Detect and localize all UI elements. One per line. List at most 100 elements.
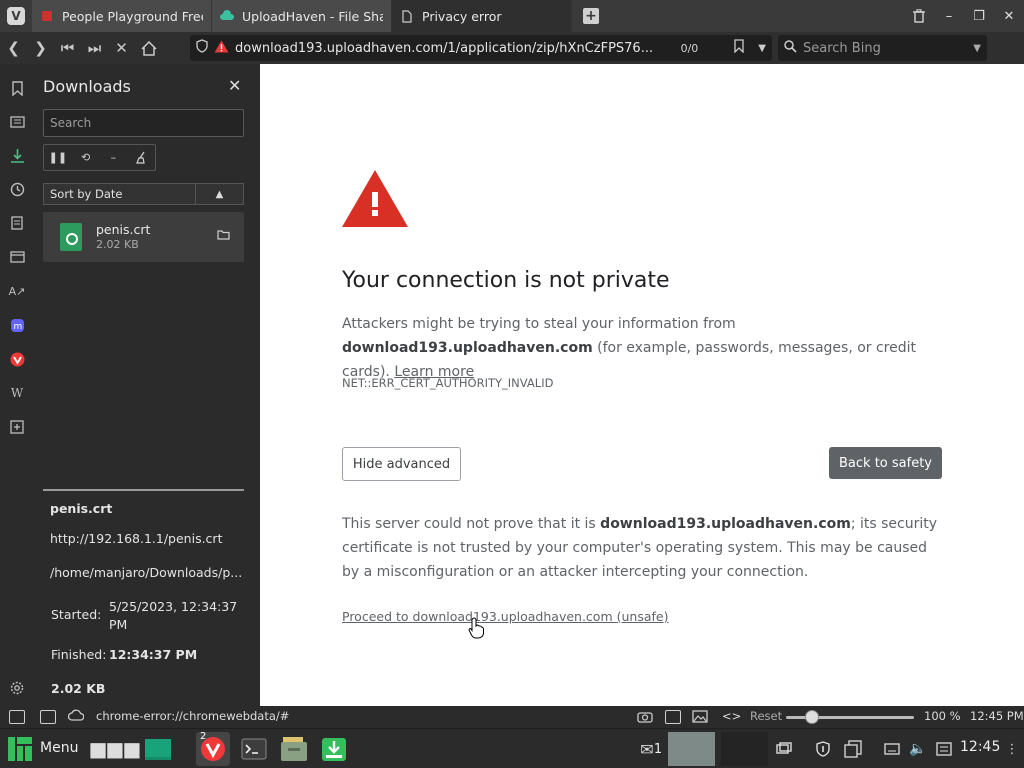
close-icon[interactable]: ✕: [228, 76, 241, 95]
detail-path[interactable]: /home/manjaro/Downloads/p...: [50, 565, 242, 580]
tab-title: Privacy error: [422, 8, 502, 24]
zoom-slider-handle[interactable]: [805, 710, 819, 724]
chevron-up-icon[interactable]: ▲: [196, 184, 243, 204]
download-item[interactable]: penis.crt 2.02 KB: [43, 212, 244, 262]
red-app-icon: [40, 9, 54, 23]
reading-list-icon[interactable]: [8, 113, 26, 131]
tab-tiling-icon[interactable]: [40, 710, 56, 724]
shield-icon[interactable]: [196, 39, 208, 57]
page-tiling-icon[interactable]: [665, 710, 681, 724]
chevron-down-icon[interactable]: ▼: [973, 43, 981, 54]
camera-icon[interactable]: [637, 710, 653, 726]
vivaldi-panel-icon[interactable]: [8, 350, 26, 368]
rewind-button[interactable]: ⏮: [54, 32, 81, 64]
close-window-button[interactable]: ✕: [994, 0, 1024, 32]
window-count-badge: 2: [200, 731, 207, 742]
finished-value: 12:34:37 PM: [109, 647, 198, 662]
sort-dropdown[interactable]: Sort by Date ▲: [43, 183, 244, 205]
window-switcher-icon[interactable]: [774, 735, 794, 763]
stop-button[interactable]: ✕: [108, 32, 135, 64]
warning-icon[interactable]: [214, 40, 229, 57]
bookmarks-icon[interactable]: [8, 79, 26, 97]
search-field[interactable]: Search Bing ▼: [778, 35, 987, 61]
tab-uploadhaven[interactable]: UploadHaven - File Sharing: [212, 0, 392, 32]
start-menu-label[interactable]: Menu: [40, 740, 78, 756]
fast-forward-button[interactable]: ⏭: [81, 32, 108, 64]
detail-source-url[interactable]: http://192.168.1.1/penis.crt: [50, 531, 222, 546]
manjaro-logo-icon[interactable]: [6, 735, 34, 763]
side-panel-strip: A↗ m W: [0, 64, 34, 706]
desktop-icon[interactable]: [143, 735, 173, 763]
tab-bar: V People Playground Free Do UploadHaven …: [0, 0, 1024, 32]
new-tab-button[interactable]: +: [576, 0, 606, 32]
status-url: chrome-error://chromewebdata/#: [96, 709, 290, 723]
translate-icon[interactable]: A↗: [8, 282, 26, 300]
downloads-search-input[interactable]: [43, 109, 244, 137]
workspace-2[interactable]: [721, 732, 768, 766]
zoom-level: 100 %: [924, 709, 961, 723]
images-icon[interactable]: [692, 710, 708, 726]
hide-advanced-button[interactable]: Hide advanced: [342, 447, 461, 481]
zoom-reset-button[interactable]: Reset: [750, 709, 782, 723]
mastodon-icon[interactable]: m: [8, 316, 26, 334]
advanced-description: This server could not prove that it is d…: [342, 512, 947, 584]
back-to-safety-button[interactable]: Back to safety: [829, 447, 942, 479]
system-settings-icon[interactable]: [934, 735, 954, 763]
home-button[interactable]: [135, 32, 162, 64]
retry-icon[interactable]: ⟲: [72, 145, 100, 170]
trash-icon[interactable]: [904, 0, 934, 32]
settings-gear-icon[interactable]: [8, 679, 26, 697]
vivaldi-menu-button[interactable]: V: [0, 0, 32, 32]
volume-icon[interactable]: 🔈: [908, 735, 928, 763]
history-icon[interactable]: [8, 180, 26, 198]
find-count: 0/0: [680, 41, 699, 55]
host-name: download193.uploadhaven.com: [600, 516, 851, 532]
remove-icon[interactable]: –: [100, 145, 128, 170]
code-icon[interactable]: <>: [722, 709, 741, 723]
app-grid-icon[interactable]: ■■■: [89, 735, 142, 763]
update-manager-icon[interactable]: [319, 735, 349, 763]
terminal-icon[interactable]: [240, 735, 268, 763]
tab-privacy-error[interactable]: Privacy error: [392, 0, 572, 32]
tab-title: People Playground Free Do: [62, 8, 203, 24]
host-name: download193.uploadhaven.com: [342, 340, 593, 356]
downloads-toolbar: ❚❚ ⟲ –: [43, 144, 156, 171]
maximize-button[interactable]: ❐: [964, 0, 994, 32]
panel-title: Downloads: [43, 77, 131, 96]
add-panel-icon[interactable]: [8, 418, 26, 436]
taskbar-clock[interactable]: 12:45: [960, 739, 1000, 755]
file-manager-icon[interactable]: [279, 735, 309, 763]
folder-icon[interactable]: [217, 229, 230, 243]
workspace-1[interactable]: [668, 732, 715, 766]
bookmark-icon[interactable]: [734, 39, 744, 57]
forward-button[interactable]: ❯: [27, 32, 54, 64]
keyboard-layout-icon[interactable]: [882, 735, 902, 763]
wikipedia-icon[interactable]: W: [8, 384, 26, 402]
privacy-error-page: Your connection is not private Attackers…: [260, 64, 1024, 706]
back-button[interactable]: ❮: [0, 32, 27, 64]
svg-text:m: m: [13, 322, 22, 332]
sort-label: Sort by Date: [44, 184, 196, 204]
tab-title: UploadHaven - File Sharing: [242, 8, 383, 24]
finished-label: Finished:: [51, 647, 107, 662]
status-bar: chrome-error://chromewebdata/# <> Reset …: [0, 706, 1024, 728]
chevron-down-icon[interactable]: ▼: [758, 43, 766, 54]
divider: [43, 489, 244, 491]
show-desktop-button[interactable]: ⋮: [1004, 735, 1020, 763]
downloads-icon[interactable]: [8, 146, 26, 164]
pause-icon[interactable]: ❚❚: [44, 145, 72, 170]
address-field[interactable]: download193.uploadhaven.com/1/applicatio…: [190, 35, 772, 61]
detail-filename: penis.crt: [50, 501, 113, 516]
cloud-icon: [220, 9, 234, 23]
search-icon: [784, 39, 797, 57]
clear-broom-icon[interactable]: [127, 145, 155, 170]
notes-icon[interactable]: [8, 214, 26, 232]
window-panel-icon[interactable]: [8, 248, 26, 266]
tab-people-playground[interactable]: People Playground Free Do: [32, 0, 212, 32]
clipboard-icon[interactable]: [842, 735, 864, 763]
updates-shield-icon[interactable]: [813, 735, 833, 763]
minimize-button[interactable]: –: [934, 0, 964, 32]
toggle-panel-icon[interactable]: [9, 710, 25, 724]
cloud-sync-icon[interactable]: [67, 709, 85, 724]
proceed-unsafe-link[interactable]: Proceed to download193.uploadhaven.com (…: [342, 609, 668, 624]
